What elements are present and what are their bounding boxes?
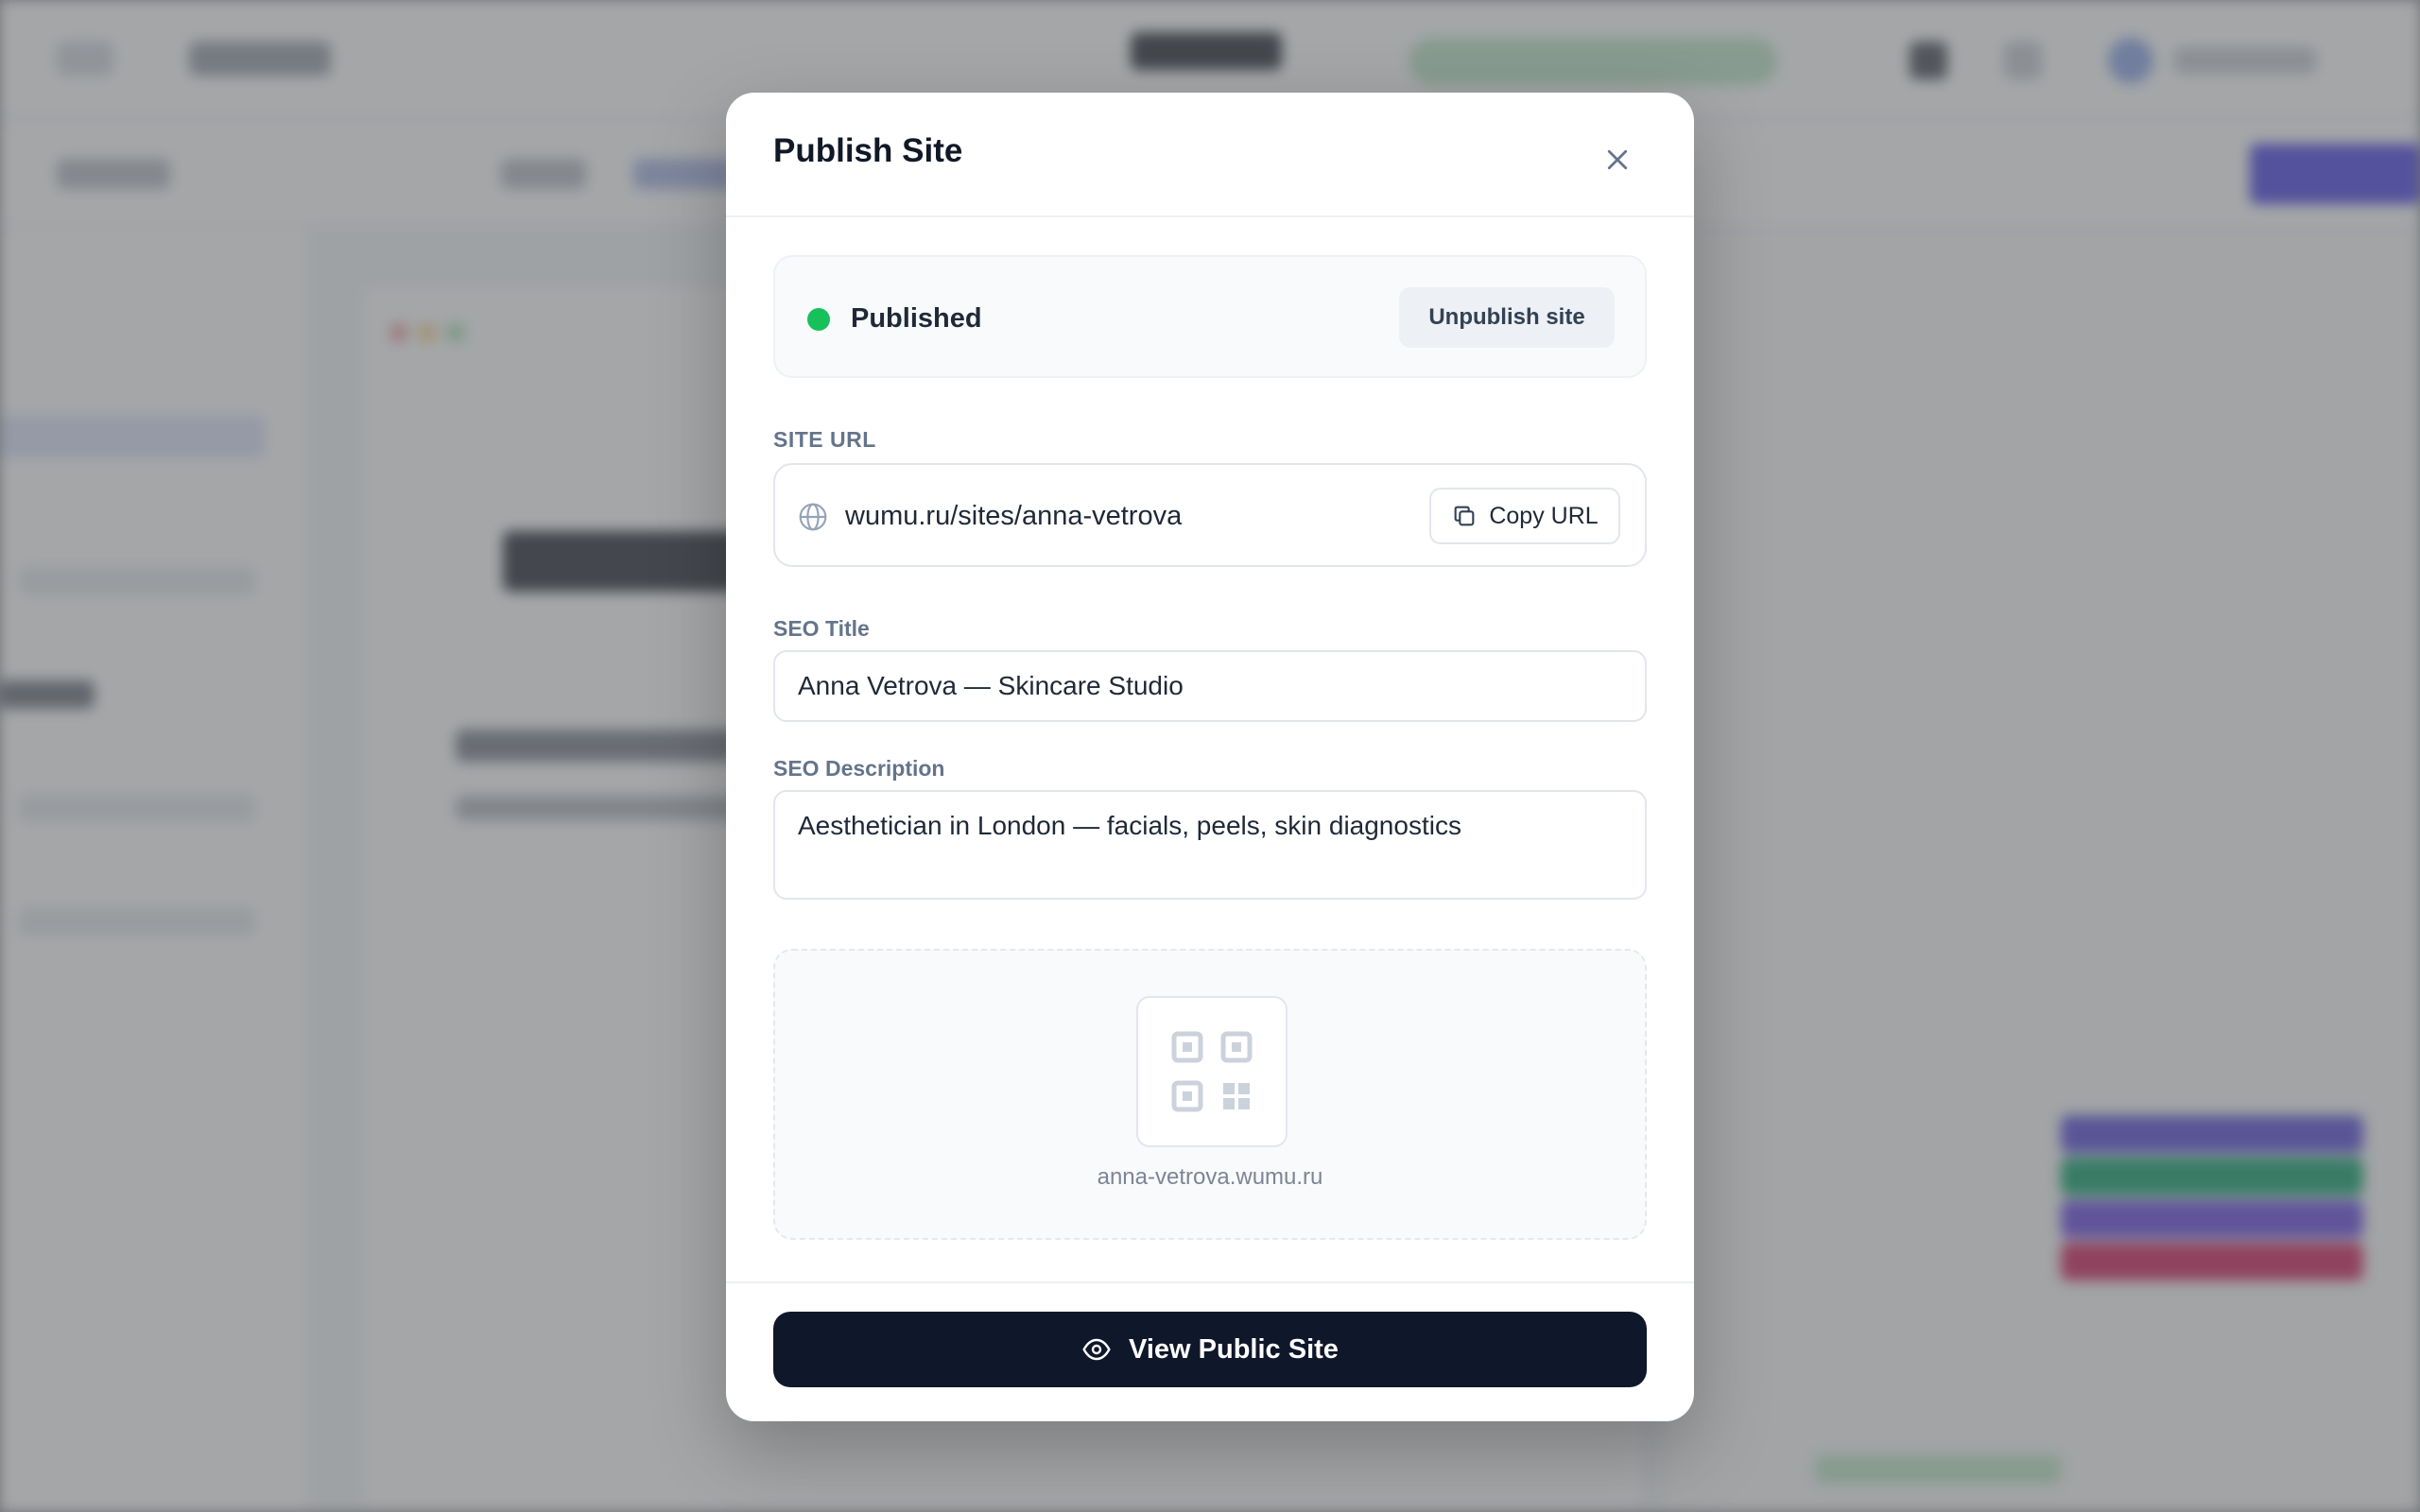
dialog-title: Publish Site	[773, 132, 963, 169]
publish-status-card: Published Unpublish site	[773, 255, 1647, 378]
globe-icon	[799, 503, 827, 531]
copy-url-label: Copy URL	[1489, 502, 1599, 529]
close-button[interactable]	[1594, 136, 1641, 183]
view-public-site-button[interactable]: View Public Site	[773, 1312, 1647, 1387]
eye-icon	[1082, 1338, 1111, 1361]
publish-site-dialog: Publish Site Published Unpublish site SI…	[726, 93, 1694, 1421]
unpublish-button[interactable]: Unpublish site	[1399, 287, 1615, 348]
status-label: Published	[851, 303, 982, 334]
qr-code-icon	[1171, 1031, 1253, 1112]
site-url-field: wumu.ru/sites/anna-vetrova Copy URL	[773, 463, 1647, 567]
seo-description-label: SEO Description	[773, 756, 945, 781]
seo-description-input[interactable]: Aesthetician in London — facials, peels,…	[773, 790, 1647, 900]
qr-code-panel: anna-vetrova.wumu.ru	[773, 949, 1647, 1240]
qr-code-box	[1136, 996, 1288, 1147]
qr-code-caption: anna-vetrova.wumu.ru	[1097, 1164, 1323, 1190]
status-indicator	[807, 308, 830, 331]
site-url-label: SITE URL	[773, 427, 876, 452]
dialog-header: Publish Site	[726, 93, 1694, 217]
dialog-footer: View Public Site	[726, 1281, 1694, 1421]
seo-title-input[interactable]	[773, 650, 1647, 722]
seo-title-label: SEO Title	[773, 616, 870, 641]
close-icon	[1607, 149, 1628, 170]
view-public-site-label: View Public Site	[1129, 1333, 1339, 1365]
site-url-value: wumu.ru/sites/anna-vetrova	[845, 501, 1183, 531]
copy-url-button[interactable]: Copy URL	[1429, 488, 1620, 544]
copy-icon	[1454, 506, 1475, 526]
